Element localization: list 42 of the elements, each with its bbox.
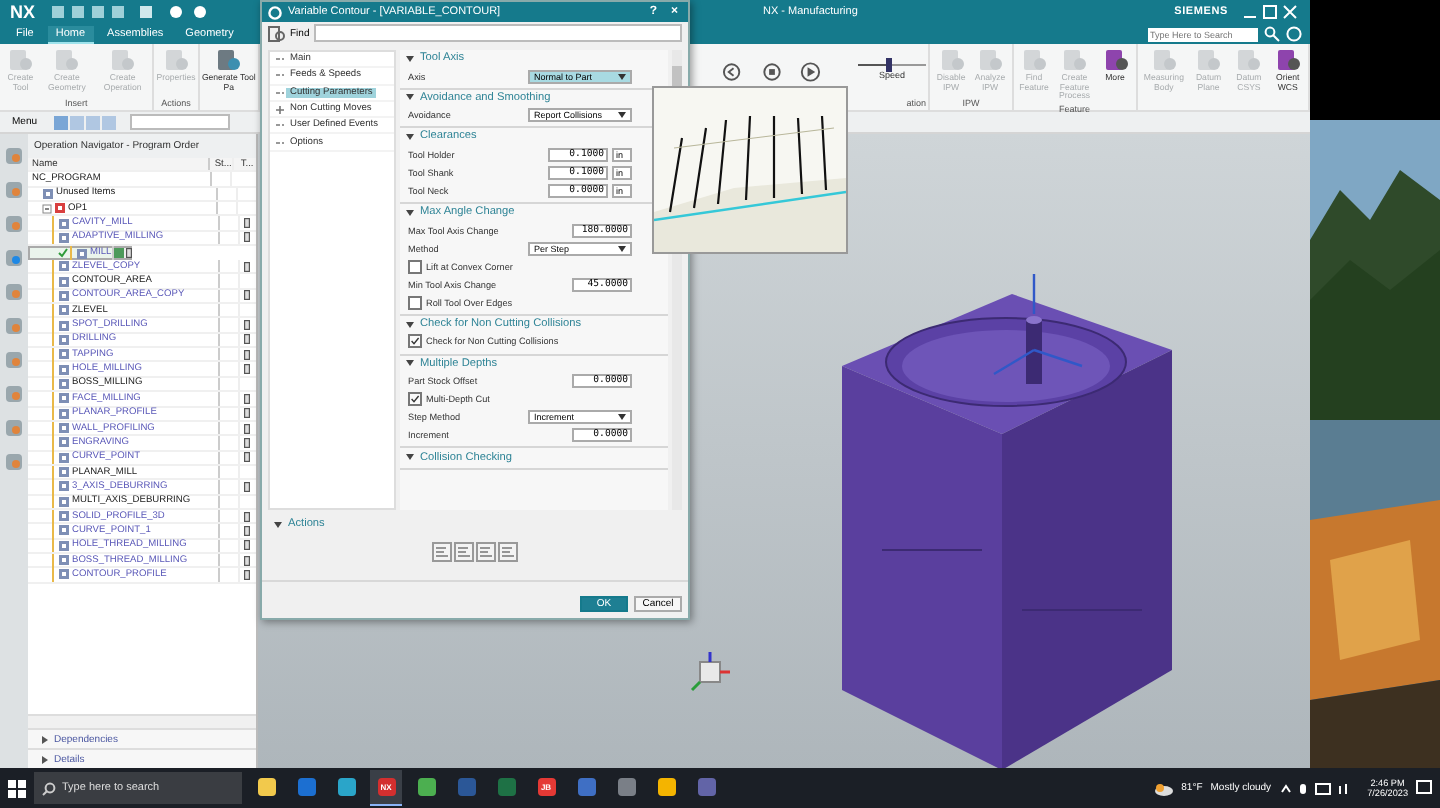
caret-icon (618, 245, 626, 252)
window-controls-icon[interactable] (1244, 4, 1300, 20)
playback-controls-icon[interactable] (722, 62, 822, 82)
collapse-icon[interactable] (406, 55, 414, 62)
collapse-icon[interactable] (406, 94, 414, 101)
action-icon[interactable] (454, 541, 474, 561)
tool-icon (1101, 48, 1129, 72)
expand-icon (40, 755, 48, 763)
collapse-icon[interactable] (406, 209, 414, 216)
status-icon (113, 248, 124, 259)
action-icon[interactable] (432, 541, 452, 561)
checkmark-icon (410, 336, 420, 347)
tool-icon (214, 48, 243, 72)
find-field[interactable] (313, 24, 682, 42)
checkbox[interactable] (408, 295, 422, 310)
caret-icon (618, 414, 626, 421)
checkmark-icon (410, 394, 420, 405)
expand-icon[interactable] (276, 105, 284, 114)
search-icon[interactable] (1264, 26, 1280, 42)
collapse-icon[interactable] (406, 360, 414, 367)
resource-bar-icon[interactable] (4, 248, 24, 268)
action-icon[interactable] (498, 541, 518, 561)
quick-access-toolbar-icon[interactable] (51, 4, 212, 20)
collapse-icon[interactable] (406, 454, 414, 461)
operation-icon (76, 247, 88, 260)
find-icon (268, 25, 286, 41)
collapse-icon[interactable] (406, 321, 414, 328)
caret-icon (618, 73, 626, 80)
tool-icon (1273, 48, 1302, 72)
notification-icon[interactable] (1416, 780, 1432, 796)
checkbox[interactable] (408, 259, 422, 274)
action-icon[interactable] (476, 541, 496, 561)
checkbox[interactable] (408, 392, 422, 407)
weather-icon (1153, 781, 1174, 795)
expand-icon (40, 735, 48, 743)
app-logo: NX (10, 2, 36, 22)
tree-line (70, 246, 74, 261)
start-icon[interactable] (8, 779, 26, 797)
checkbox[interactable] (408, 334, 422, 349)
collapse-icon[interactable] (274, 521, 282, 528)
scrollbar[interactable] (28, 714, 256, 728)
axis-triad-icon (688, 650, 732, 694)
